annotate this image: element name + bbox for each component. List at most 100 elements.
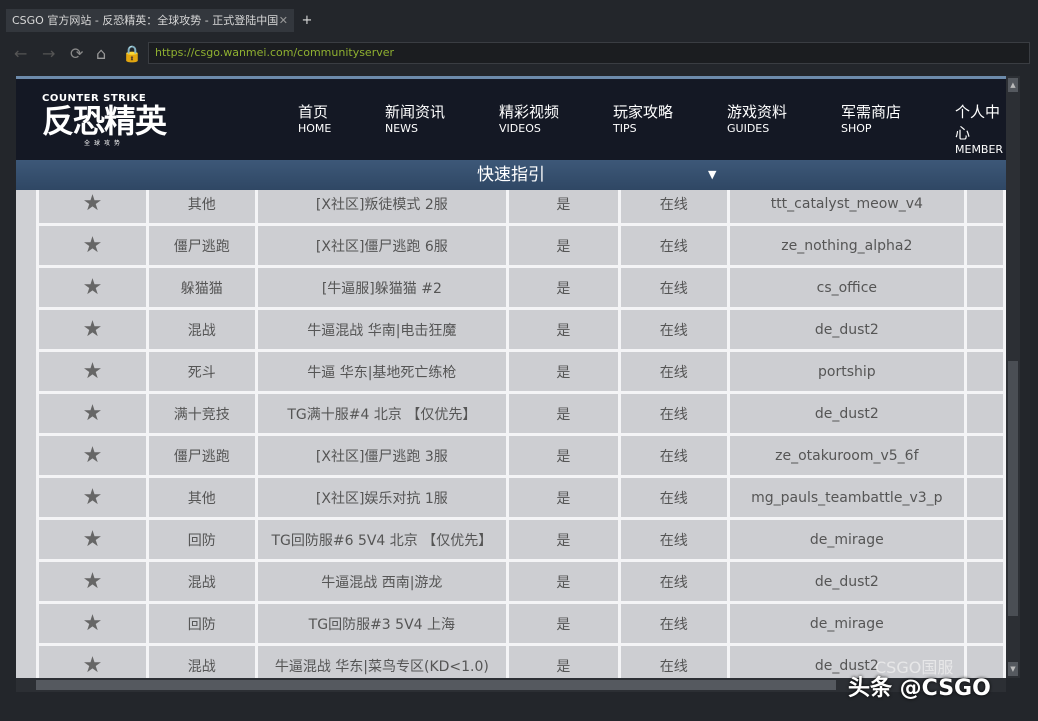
forward-icon[interactable]: → [42,44,55,63]
server-name[interactable]: 牛逼混战 华东|菜鸟专区(KD<1.0) [254,643,510,678]
chevron-down-icon: ▼ [708,168,717,181]
server-name[interactable]: 牛逼混战 西南|游龙 [254,559,510,604]
server-status: 在线 [617,433,730,478]
favorite-star-icon[interactable]: ★ [36,643,149,678]
nav-item-videos[interactable]: 精彩视频 VIDEOS [499,101,559,135]
server-flag: 是 [506,517,621,562]
extra-cell [963,349,1006,394]
nav-cn: 精彩视频 [499,103,560,121]
server-map: de_mirage [726,601,967,646]
nav-en: NEWS [385,122,419,135]
extra-cell [963,265,1006,310]
server-name[interactable]: TG回防服#6 5V4 北京 【仅优先】 [254,517,510,562]
server-status: 在线 [617,475,730,520]
nav-item-tips[interactable]: 玩家攻略 TIPS [613,101,673,135]
server-type: 其他 [145,475,258,520]
favorite-star-icon[interactable]: ★ [36,265,149,310]
server-status: 在线 [617,265,730,310]
server-map: de_dust2 [726,391,967,436]
nav-en: MEMBER [955,143,1004,156]
back-icon[interactable]: ← [14,44,27,63]
new-tab-button[interactable]: + [298,9,316,32]
server-type: 混战 [145,307,258,352]
server-status: 在线 [617,517,730,562]
server-type: 躲猫猫 [145,265,258,310]
server-flag: 是 [506,475,621,520]
quick-guide-dropdown[interactable]: 快速指引 ▼ [16,160,1006,190]
nav-cn: 军需商店 [841,103,902,121]
favorite-star-icon[interactable]: ★ [36,559,149,604]
favorite-star-icon[interactable]: ★ [36,475,149,520]
table-row: ★ 僵尸逃跑 [X社区]僵尸逃跑 3服是在线 ze_otakuroom_v5_6f [36,433,1006,478]
server-flag: 是 [506,559,621,604]
favorite-star-icon[interactable]: ★ [36,517,149,562]
server-map: de_dust2 [726,559,967,604]
server-map: cs_office [726,265,967,310]
extra-cell [963,601,1006,646]
extra-cell [963,391,1006,436]
server-type: 回防 [145,517,258,562]
server-type: 满十竞技 [145,391,258,436]
scroll-up-icon[interactable]: ▲ [1008,78,1018,92]
nav-en: SHOP [841,122,872,135]
nav-item-news[interactable]: 新闻资讯 NEWS [385,101,445,135]
server-flag: 是 [506,601,621,646]
vertical-scrollbar[interactable]: ▲ ▼ [1006,76,1020,678]
nav-item-shop[interactable]: 军需商店 SHOP [841,101,901,135]
table-row: ★ 满十竞技 TG满十服#4 北京 【仅优先】是在线 de_dust2 [36,391,1006,436]
favorite-star-icon[interactable]: ★ [36,601,149,646]
extra-cell [963,223,1006,268]
server-map: de_dust2 [726,307,967,352]
table-row: ★ 躲猫猫 [牛逼服]躲猫猫 #2 是在线 cs_office [36,265,1006,310]
home-icon[interactable]: ⌂ [96,44,106,63]
server-type: 死斗 [145,349,258,394]
extra-cell [963,475,1006,520]
nav-cn: 新闻资讯 [385,103,446,121]
server-name[interactable]: TG回防服#3 5V4 上海 [254,601,510,646]
server-name[interactable]: [X社区]僵尸逃跑 6服 [254,223,510,268]
close-tab-icon[interactable]: ✕ [279,9,288,32]
page-viewport: ★ 其他 [X社区]叛徒模式 2服是在线 ttt_catalyst_meow_v4 ★ 僵… [16,76,1006,678]
site-logo[interactable]: COUNTER STRIKE 反恐精英 全球攻势 [42,93,167,147]
quick-guide-label: 快速指引 [477,165,545,185]
scrollbar-thumb[interactable] [1008,361,1018,616]
favorite-star-icon[interactable]: ★ [36,307,149,352]
reload-icon[interactable]: ⟳ [70,44,83,63]
server-status: 在线 [617,223,730,268]
table-row: ★ 其他 [X社区]娱乐对抗 1服是在线 mg_pauls_teambattle_v3… [36,475,1006,520]
server-name[interactable]: TG满十服#4 北京 【仅优先】 [254,391,510,436]
extra-cell [963,517,1006,562]
nav-cn: 个人中心 [955,103,1001,142]
server-type: 混战 [145,643,258,678]
nav-item-home[interactable]: 首页 HOME [298,101,331,135]
scroll-down-icon[interactable]: ▼ [1008,662,1018,676]
server-status: 在线 [617,559,730,604]
server-name[interactable]: 牛逼 华东|基地死亡练枪 [254,349,510,394]
favorite-star-icon[interactable]: ★ [36,433,149,478]
nav-item-member[interactable]: 个人中心 MEMBER [955,101,1006,156]
server-map: ze_nothing_alpha2 [726,223,967,268]
address-bar[interactable]: https://csgo.wanmei.com/communityserver [148,42,1030,64]
server-status: 在线 [617,307,730,352]
server-type: 僵尸逃跑 [145,433,258,478]
server-name[interactable]: 牛逼混战 华南|电击狂魔 [254,307,510,352]
server-flag: 是 [506,433,621,478]
server-map: mg_pauls_teambattle_v3_p [726,475,967,520]
server-name[interactable]: [牛逼服]躲猫猫 #2 [254,265,510,310]
watermark: 头条 @CSGO [848,676,991,701]
server-name[interactable]: [X社区]僵尸逃跑 3服 [254,433,510,478]
nav-cn: 首页 [298,103,329,121]
nav-cn: 玩家攻略 [613,103,674,121]
table-row: ★ 回防 TG回防服#6 5V4 北京 【仅优先】是在线 de_mirage [36,517,1006,562]
favorite-star-icon[interactable]: ★ [36,349,149,394]
h-scrollbar-thumb[interactable] [36,680,836,690]
favorite-star-icon[interactable]: ★ [36,223,149,268]
server-status: 在线 [617,391,730,436]
server-map: portship [726,349,967,394]
table-row: ★ 混战 牛逼混战 西南|游龙是在线 de_dust2 [36,559,1006,604]
nav-item-guides[interactable]: 游戏资料 GUIDES [727,101,787,135]
server-type: 回防 [145,601,258,646]
favorite-star-icon[interactable]: ★ [36,391,149,436]
server-name[interactable]: [X社区]娱乐对抗 1服 [254,475,510,520]
browser-tab[interactable]: CSGO 官方网站 - 反恐精英：全球攻势 - 正式登陆中国 ✕ [6,9,294,32]
